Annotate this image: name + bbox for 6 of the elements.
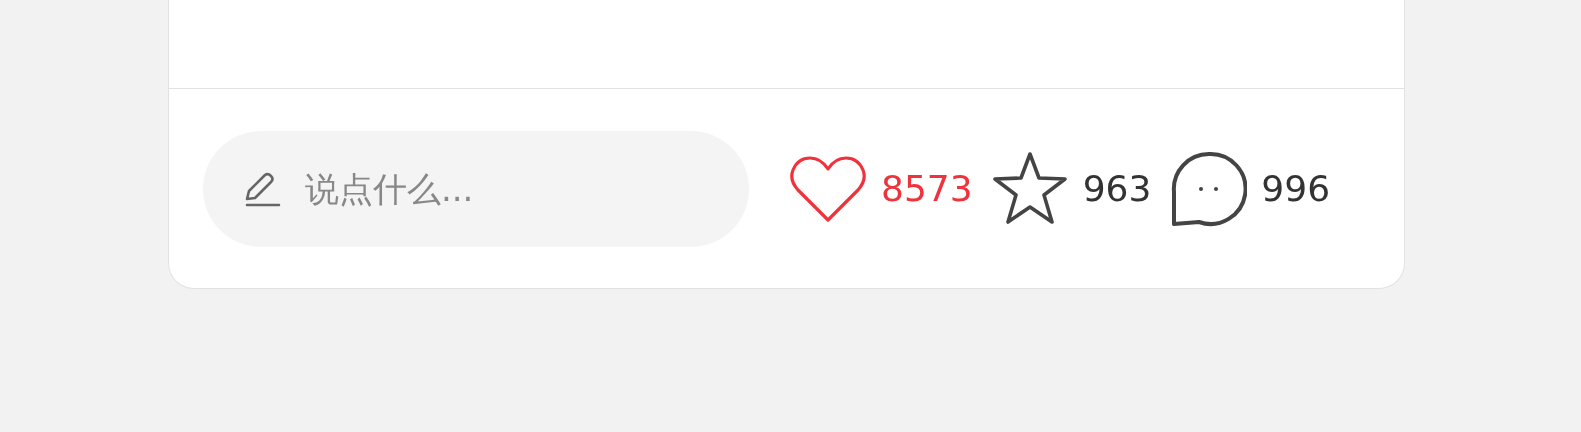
action-count: 8573	[881, 168, 973, 209]
heart-icon[interactable]	[789, 153, 867, 224]
comment-field[interactable]: 说点什么...	[203, 130, 749, 247]
action-count: 963	[1082, 168, 1152, 209]
comment-bubble-icon[interactable]	[1169, 149, 1248, 228]
action-count: 996	[1261, 168, 1331, 209]
